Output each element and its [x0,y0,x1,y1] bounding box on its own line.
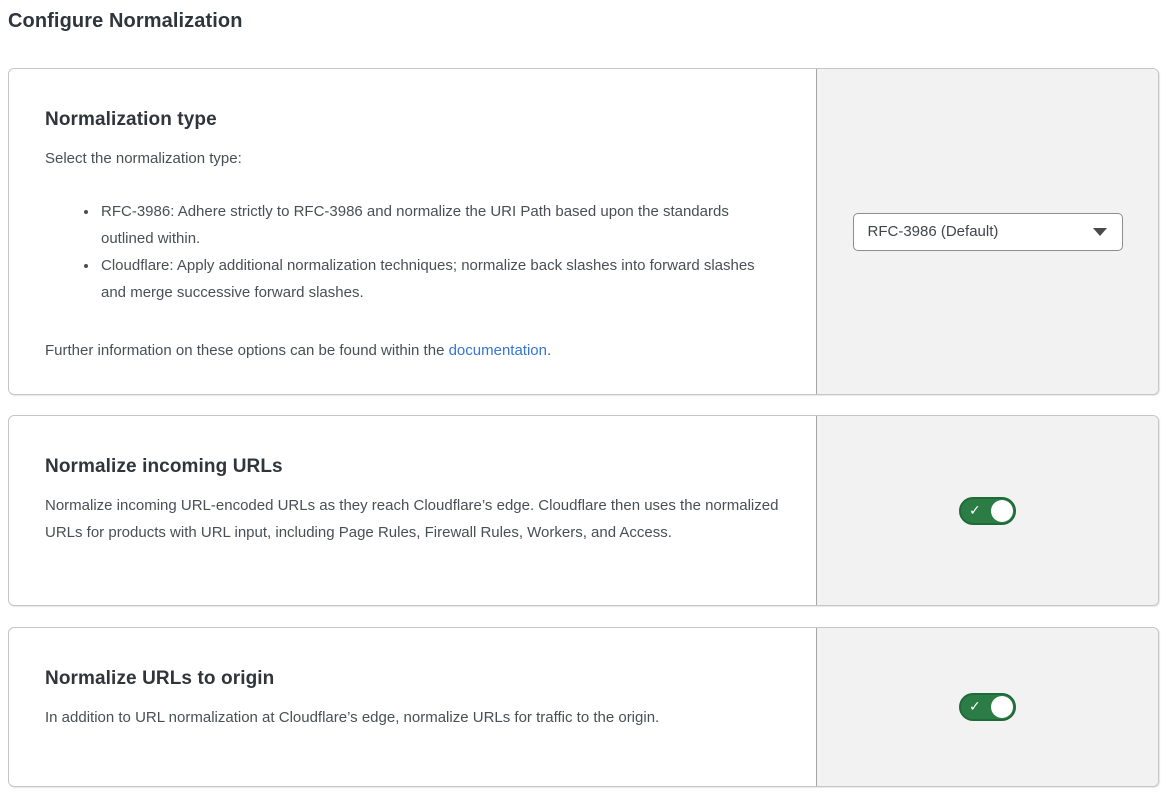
check-icon: ✓ [969,503,981,517]
card-normalize-incoming-urls: Normalize incoming URLs Normalize incomi… [8,415,1159,606]
normalize-urls-to-origin-description: In addition to URL normalization at Clou… [45,704,780,731]
card-control-panel: ✓ [816,628,1158,786]
check-icon: ✓ [969,699,981,713]
chevron-down-icon [1093,228,1107,236]
card-description-column: Normalize incoming URLs Normalize incomi… [9,416,816,605]
further-information-text: Further information on these options can… [45,337,780,364]
normalize-urls-to-origin-toggle[interactable]: ✓ [959,693,1016,721]
normalization-options-list: RFC-3986: Adhere strictly to RFC-3986 an… [45,198,780,306]
card-control-panel: RFC-3986 (Default) [816,69,1158,394]
card-title-normalize-urls-to-origin: Normalize URLs to origin [45,666,780,691]
normalize-incoming-urls-description: Normalize incoming URL-encoded URLs as t… [45,492,780,546]
list-item-cloudflare: Cloudflare: Apply additional normalizati… [99,252,780,306]
settings-card-list: Normalization type Select the normalizat… [0,68,1167,787]
toggle-knob [991,696,1013,718]
toggle-knob [991,500,1013,522]
page-title: Configure Normalization [8,8,1167,34]
normalization-type-intro: Select the normalization type: [45,145,780,172]
card-normalization-type: Normalization type Select the normalizat… [8,68,1159,395]
card-description-column: Normalization type Select the normalizat… [9,69,816,394]
normalize-incoming-urls-toggle[interactable]: ✓ [959,497,1016,525]
list-item-rfc-3986: RFC-3986: Adhere strictly to RFC-3986 an… [99,198,780,252]
card-title-normalize-incoming-urls: Normalize incoming URLs [45,454,780,479]
card-control-panel: ✓ [816,416,1158,605]
documentation-link[interactable]: documentation [449,342,547,359]
footer-text-suffix: . [547,342,551,359]
footer-text-prefix: Further information on these options can… [45,342,449,359]
card-title-normalization-type: Normalization type [45,107,780,132]
select-selected-value: RFC-3986 (Default) [868,223,999,240]
normalization-type-select[interactable]: RFC-3986 (Default) [853,213,1123,251]
card-description-column: Normalize URLs to origin In addition to … [9,628,816,786]
card-normalize-urls-to-origin: Normalize URLs to origin In addition to … [8,627,1159,787]
